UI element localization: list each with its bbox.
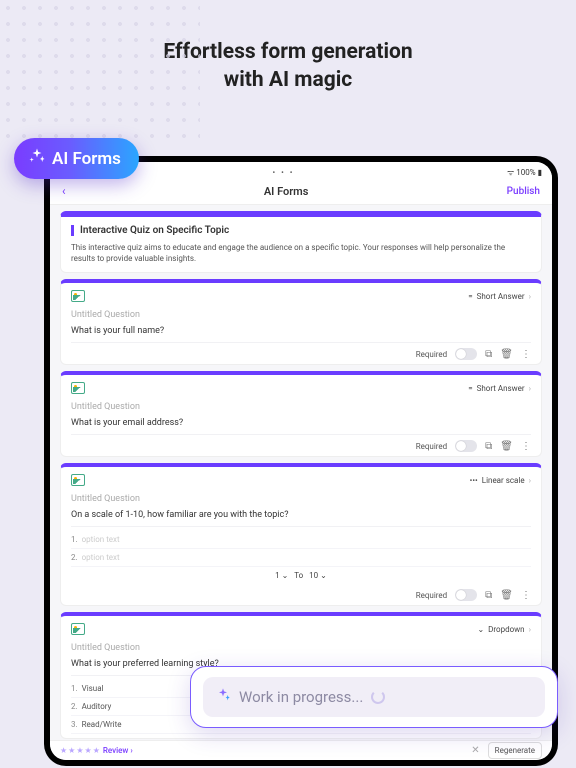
required-toggle[interactable] [455,440,477,452]
option-row[interactable]: 1.option text [71,531,531,549]
question-card[interactable]: = Short Answer › Untitled Question What … [60,371,542,457]
chevron-right-icon: › [529,292,531,301]
question-title-placeholder[interactable]: Untitled Question [71,643,531,653]
question-title-placeholder[interactable]: Untitled Question [71,310,531,320]
more-icon[interactable]: ⋮ [521,590,531,601]
wifi-icon: ᯤ [507,168,514,177]
battery-icon: ▮ [538,168,542,177]
duplicate-icon[interactable]: ⧉ [485,349,492,360]
spinner-icon [371,690,385,704]
type-label: Short Answer [477,292,525,301]
image-icon[interactable] [71,382,85,394]
question-text[interactable]: On a scale of 1-10, how familiar are you… [71,510,531,527]
short-answer-icon: = [468,384,472,393]
duplicate-icon[interactable]: ⧉ [485,590,492,601]
scale-range-row: 1 ⌄ To 10 ⌄ [71,567,531,584]
form-header-card: Interactive Quiz on Specific Topic This … [60,211,542,273]
bottom-bar: ★★★★★ Review › ✕ Regenerate [50,740,552,760]
status-center-dots: • • • [272,168,294,177]
required-toggle[interactable] [455,589,477,601]
image-icon[interactable] [71,623,85,635]
short-answer-icon: = [468,292,472,301]
ai-forms-pill[interactable]: AI Forms [14,138,139,179]
scale-from-select[interactable]: 1 ⌄ [275,571,288,580]
question-type-selector[interactable]: ••• Linear scale › [470,476,531,485]
review-button: Review [103,746,129,755]
progress-text: Work in progress... [239,688,363,706]
scale-to-label: To [294,571,303,580]
required-toggle[interactable] [455,348,477,360]
status-right: ᯤ 100% ▮ [507,167,542,178]
required-label: Required [416,591,447,600]
type-label: Linear scale [482,476,525,485]
more-icon[interactable]: ⋮ [521,349,531,360]
sparkle-icon [28,147,46,170]
type-label: Short Answer [477,384,525,393]
question-text[interactable]: What is your full name? [71,326,531,343]
question-title-placeholder[interactable]: Untitled Question [71,494,531,504]
chevron-right-icon: › [130,746,132,755]
image-icon[interactable] [71,474,85,486]
ai-progress-overlay: Work in progress... [190,666,558,728]
publish-button[interactable]: Publish [507,186,540,197]
delete-icon[interactable]: 🗑 [500,441,513,452]
chevron-right-icon: › [529,476,531,485]
type-label: Dropdown [488,625,524,634]
decorative-dots [0,0,200,140]
question-title-placeholder[interactable]: Untitled Question [71,402,531,412]
duplicate-icon[interactable]: ⧉ [485,441,492,452]
delete-icon[interactable]: 🗑 [500,590,513,601]
close-button[interactable]: ✕ [465,745,485,756]
question-type-selector[interactable]: ⌄ Dropdown › [477,625,531,634]
question-type-selector[interactable]: = Short Answer › [468,292,531,301]
battery-label: 100% [516,168,535,177]
linear-scale-icon: ••• [470,476,478,485]
ai-pill-label: AI Forms [52,149,121,169]
regenerate-button[interactable]: Regenerate [488,742,542,759]
sparkle-icon [215,687,231,707]
question-card[interactable]: = Short Answer › Untitled Question What … [60,279,542,365]
option-list: 1.option text 2.option text [71,531,531,567]
question-type-selector[interactable]: = Short Answer › [468,384,531,393]
dropdown-icon: ⌄ [477,625,484,634]
review-group[interactable]: ★★★★★ Review › [60,746,133,755]
top-bar: ‹ AI Forms Publish [50,180,552,205]
page-title: AI Forms [264,185,309,198]
scale-to-select[interactable]: 10 ⌄ [309,571,327,580]
stars-icon: ★★★★★ [60,746,101,755]
form-description[interactable]: This interactive quiz aims to educate an… [71,242,531,264]
delete-icon[interactable]: 🗑 [500,349,513,360]
required-label: Required [416,350,447,359]
question-card[interactable]: ••• Linear scale › Untitled Question On … [60,463,542,606]
back-button[interactable]: ‹ [62,184,66,198]
image-icon[interactable] [71,290,85,302]
chevron-right-icon: › [529,625,531,634]
form-title[interactable]: Interactive Quiz on Specific Topic [71,225,531,236]
chevron-right-icon: › [529,384,531,393]
question-text[interactable]: What is your email address? [71,418,531,435]
required-label: Required [416,442,447,451]
more-icon[interactable]: ⋮ [521,441,531,452]
option-row[interactable]: 2.option text [71,549,531,567]
